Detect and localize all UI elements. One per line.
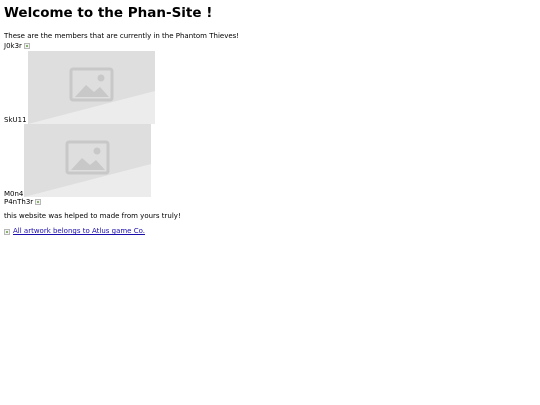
image-placeholder-icon <box>24 124 151 197</box>
member-joker: J0k3r <box>4 42 31 51</box>
member-image-1 <box>28 51 155 126</box>
member-name: M0n4 <box>4 190 24 198</box>
image-placeholder-icon <box>28 51 155 124</box>
credit-line: All artwork belongs to Atlus game Co. <box>4 227 145 236</box>
page-title: Welcome to the Phan-Site ! <box>4 5 213 21</box>
broken-image-icon <box>24 43 31 49</box>
member-name: J0k3r <box>4 42 22 50</box>
member-panther: P4nTh3r <box>4 198 42 207</box>
credit-link[interactable]: All artwork belongs to Atlus game Co. <box>13 227 145 236</box>
image-placeholder <box>24 124 151 197</box>
member-image-2 <box>24 124 151 199</box>
footer-note: this website was helped to made from you… <box>4 212 181 220</box>
page-body: Welcome to the Phan-Site ! These are the… <box>4 0 534 41</box>
member-name: SkU11 <box>4 116 27 124</box>
broken-image-icon <box>4 228 10 235</box>
broken-image-icon <box>35 199 42 205</box>
member-name: P4nTh3r <box>4 198 34 206</box>
image-placeholder <box>28 51 155 124</box>
intro-text: These are the members that are currently… <box>4 32 240 40</box>
